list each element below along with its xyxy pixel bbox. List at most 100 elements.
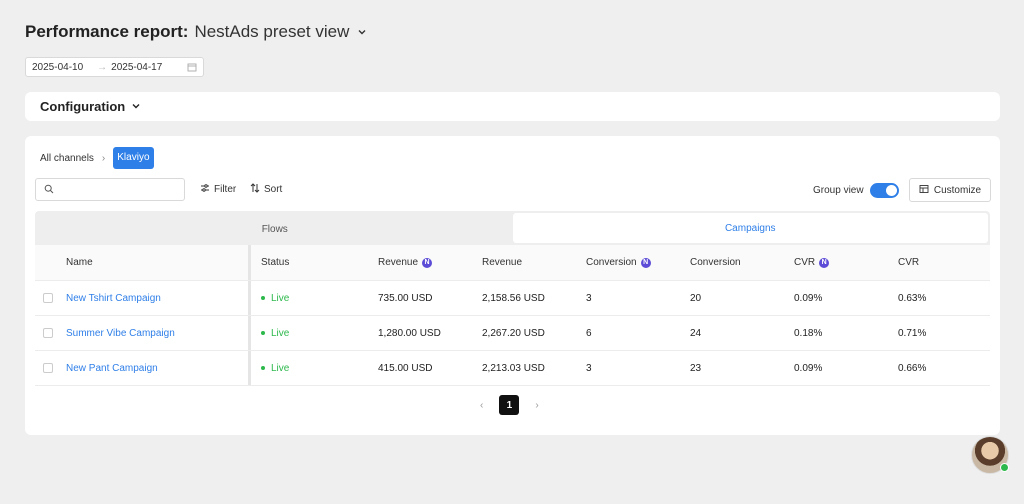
view-tabs: Flows Campaigns [35, 211, 990, 245]
breadcrumb-klaviyo[interactable]: Klaviyo [113, 147, 154, 169]
status-dot-icon [261, 331, 265, 335]
conversion-cell: 3 [586, 362, 592, 374]
report-card: All channels › Klaviyo Filter Sort Group… [25, 136, 1000, 435]
column-label: CVR [898, 257, 920, 268]
campaign-link[interactable]: New Pant Campaign [66, 363, 158, 374]
chevron-down-icon[interactable] [131, 98, 141, 116]
column-label: Status [261, 257, 290, 268]
column-header-revenue[interactable]: Revenue [470, 245, 574, 280]
status-text: Live [271, 327, 290, 339]
status-text: Live [271, 362, 290, 374]
prev-page-button[interactable]: ‹ [480, 400, 483, 411]
revenue-cell: 1,280.00 USD [378, 327, 441, 339]
breadcrumb-all-channels[interactable]: All channels [40, 153, 94, 164]
customize-button[interactable]: Customize [909, 178, 991, 202]
revenue-cell: 2,213.03 USD [482, 362, 545, 374]
start-date[interactable]: 2025-04-10 [32, 62, 83, 73]
pagination: ‹ 1 › [480, 395, 539, 415]
page-1-button[interactable]: 1 [499, 395, 520, 415]
column-label: Revenue [378, 257, 419, 268]
header-checkbox-cell [35, 245, 61, 280]
table-header-row: Name Status Revenue N Revenue Conversion N… [35, 245, 990, 281]
column-header-conversion[interactable]: Conversion N [574, 245, 678, 280]
column-header-cvr[interactable]: CVR N [782, 245, 886, 280]
page-header: Performance report: NestAds preset view [25, 22, 369, 42]
conversion-cell: 23 [690, 362, 702, 374]
column-header-name[interactable]: Name [61, 245, 251, 280]
next-page-button[interactable]: › [535, 400, 538, 411]
online-status-icon [1000, 463, 1009, 472]
campaign-name-cell: Summer Vibe Campaign [61, 316, 251, 350]
date-range-picker[interactable]: 2025-04-10 → 2025-04-17 [25, 57, 204, 77]
configuration-panel[interactable]: Configuration [25, 92, 1000, 121]
preset-view-selector[interactable]: NestAds preset view [194, 22, 349, 42]
support-avatar[interactable] [971, 436, 1009, 474]
row-checkbox-cell [35, 316, 61, 350]
chevron-down-icon[interactable] [355, 25, 369, 39]
column-header-conversion[interactable]: Conversion [678, 245, 782, 280]
tab-flows[interactable]: Flows [37, 213, 513, 245]
channel-badge-icon: N [640, 257, 651, 268]
tab-campaigns[interactable]: Campaigns [512, 213, 988, 243]
channel-badge-icon: N [422, 257, 433, 268]
campaign-link[interactable]: New Tshirt Campaign [66, 293, 161, 304]
campaigns-table: Name Status Revenue N Revenue Conversion N… [35, 245, 990, 386]
end-date[interactable]: 2025-04-17 [111, 62, 162, 73]
campaign-name-cell: New Pant Campaign [61, 351, 251, 385]
row-checkbox[interactable] [43, 293, 53, 303]
group-view-label: Group view [813, 185, 864, 196]
conversion-cell: 6 [586, 327, 592, 339]
cvr-cell: 0.63% [898, 292, 927, 304]
table-row: Summer Vibe Campaign Live 1,280.00 USD 2… [35, 316, 990, 351]
sort-label: Sort [264, 184, 283, 195]
filter-label: Filter [214, 184, 237, 195]
row-checkbox[interactable] [43, 363, 53, 373]
conversion-cell: 24 [690, 327, 702, 339]
status-cell: Live [251, 281, 366, 315]
search-icon [44, 181, 54, 199]
group-view-toggle[interactable] [869, 183, 899, 198]
arrow-right-icon: → [97, 61, 108, 73]
status-cell: Live [251, 316, 366, 350]
column-header-cvr[interactable]: CVR [886, 245, 990, 280]
cvr-cell: 0.09% [794, 292, 823, 304]
revenue-cell: 415.00 USD [378, 362, 433, 374]
search-input[interactable] [58, 184, 178, 195]
chevron-right-icon: › [101, 152, 106, 164]
channel-badge-icon: N [819, 257, 830, 268]
column-header-revenue[interactable]: Revenue N [366, 245, 470, 280]
column-label: Name [66, 257, 93, 268]
table-row: New Tshirt Campaign Live 735.00 USD 2,15… [35, 281, 990, 316]
status-cell: Live [251, 351, 366, 385]
revenue-cell: 2,267.20 USD [482, 327, 545, 339]
cvr-cell: 0.71% [898, 327, 927, 339]
status-badge: Live [261, 328, 289, 339]
table-icon [919, 184, 929, 197]
configuration-label: Configuration [40, 99, 126, 114]
campaign-name-cell: New Tshirt Campaign [61, 281, 251, 315]
status-text: Live [271, 292, 290, 304]
column-header-status[interactable]: Status [251, 245, 366, 280]
sort-button[interactable]: Sort [250, 183, 282, 196]
row-checkbox-cell [35, 351, 61, 385]
row-checkbox[interactable] [43, 328, 53, 338]
column-label: Revenue [482, 257, 523, 268]
status-dot-icon [261, 296, 265, 300]
sort-icon [250, 183, 260, 196]
conversion-cell: 20 [690, 292, 702, 304]
status-dot-icon [261, 366, 265, 370]
search-box[interactable] [35, 178, 185, 201]
row-checkbox-cell [35, 281, 61, 315]
filter-button[interactable]: Filter [200, 183, 236, 196]
column-label: Conversion [586, 257, 637, 268]
cvr-cell: 0.09% [794, 362, 823, 374]
status-badge: Live [261, 363, 289, 374]
conversion-cell: 3 [586, 292, 592, 304]
column-label: Conversion [690, 257, 741, 268]
calendar-icon[interactable] [187, 62, 197, 72]
customize-label: Customize [933, 184, 982, 196]
toggle-knob [885, 185, 897, 196]
campaign-link[interactable]: Summer Vibe Campaign [66, 328, 175, 339]
breadcrumb: All channels › Klaviyo [40, 147, 154, 169]
cvr-cell: 0.18% [794, 327, 823, 339]
